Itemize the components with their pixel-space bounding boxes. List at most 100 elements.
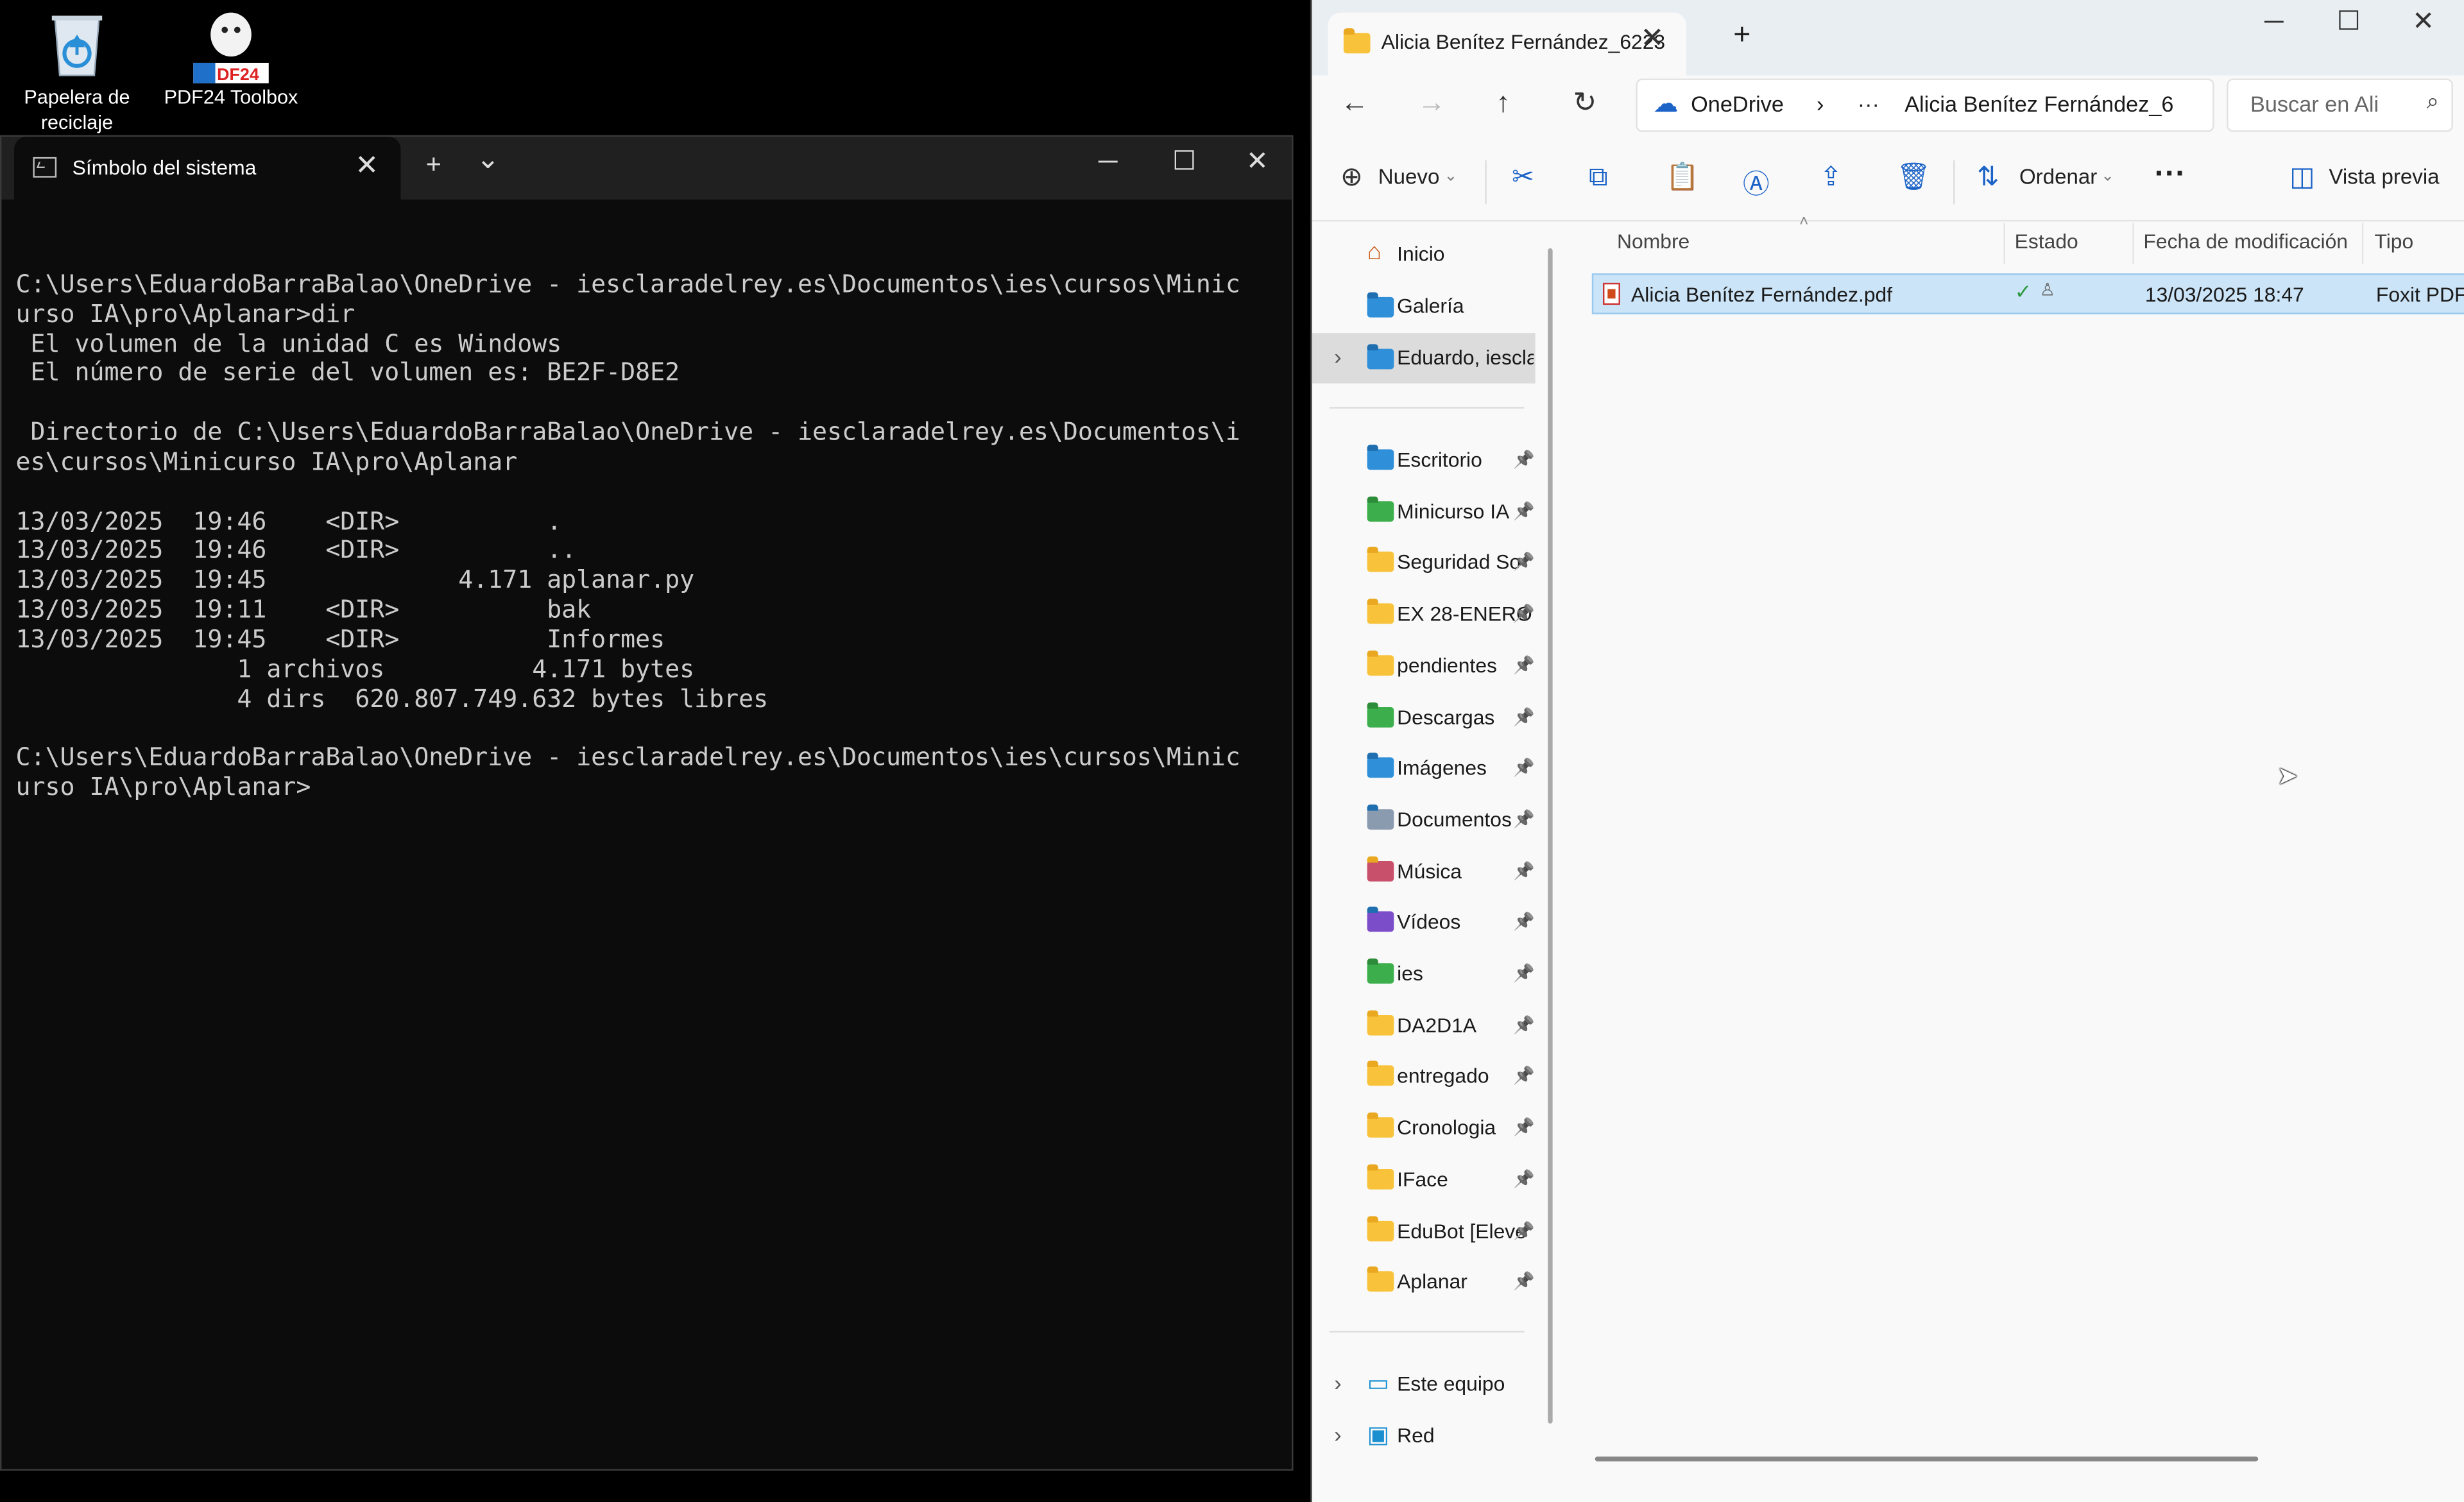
breadcrumb-current[interactable]: Alicia Benítez Fernández_6 xyxy=(1904,91,2173,116)
explorer-tabbar[interactable]: Alicia Benítez Fernández_6223 ✕ + ─ ☐ ✕ xyxy=(1312,0,2464,76)
nav-item-pinned[interactable]: Vídeos xyxy=(1364,898,1534,948)
pin-icon[interactable]: 📌 xyxy=(1513,758,1535,778)
terminal-titlebar[interactable]: Símbolo del sistema ✕ + ⌄ ─ ☐ ✕ xyxy=(1,137,1292,200)
pin-icon[interactable]: 📌 xyxy=(1513,604,1535,624)
preview-button[interactable]: Vista previa xyxy=(2329,165,2439,189)
nav-item-inicio[interactable]: ⌂ Inicio xyxy=(1364,230,1534,280)
nav-item-pinned[interactable]: Cronologia xyxy=(1364,1103,1534,1153)
column-header-type[interactable]: Tipo xyxy=(2374,230,2413,253)
nav-item-pinned[interactable]: Seguridad So xyxy=(1364,538,1534,588)
explorer-tab[interactable]: Alicia Benítez Fernández_6223 ✕ xyxy=(1328,12,1686,76)
minimize-button[interactable]: ─ xyxy=(1099,146,1118,178)
nav-item-pinned[interactable]: Música xyxy=(1364,846,1534,896)
pin-icon[interactable]: 📌 xyxy=(1513,1014,1535,1035)
pin-icon[interactable]: 📌 xyxy=(1513,706,1535,726)
breadcrumb-more[interactable]: ··· xyxy=(1858,91,1879,116)
terminal-line: Directorio de C:\Users\EduardoBarraBalao… xyxy=(15,418,1240,447)
address-bar[interactable]: ☁ OneDrive › ··· Alicia Benítez Fernánde… xyxy=(1636,78,2214,132)
pin-icon[interactable]: 📌 xyxy=(1513,500,1535,521)
close-button[interactable]: ✕ xyxy=(1246,146,1269,178)
nav-item-pinned[interactable]: EX 28-ENERO xyxy=(1364,590,1534,640)
nav-item-red[interactable]: ▣ Red xyxy=(1364,1411,1534,1461)
chevron-right-icon[interactable]: › xyxy=(1334,344,1341,369)
nav-item-pinned[interactable]: Escritorio xyxy=(1364,435,1534,485)
search-box[interactable]: Buscar en Ali ⌕ xyxy=(2227,78,2453,132)
column-divider[interactable] xyxy=(2132,223,2134,264)
nav-item-pinned[interactable]: Descargas xyxy=(1364,692,1534,742)
nav-item-label: Minicurso IA xyxy=(1397,499,1510,523)
share-icon[interactable]: ⇪ xyxy=(1820,162,1842,193)
nav-separator xyxy=(1329,407,1525,409)
nav-item-pinned[interactable]: Documentos xyxy=(1364,795,1534,845)
table-row[interactable]: Alicia Benítez Fernández.pdf ✓ ♙ 13/03/2… xyxy=(1591,273,2464,314)
close-tab-icon[interactable]: ✕ xyxy=(1641,22,1664,55)
maximize-button[interactable]: ☐ xyxy=(2337,6,2361,38)
pin-icon[interactable]: 📌 xyxy=(1513,1220,1535,1240)
rename-icon[interactable]: Ⓐ xyxy=(1743,162,1770,201)
tab-dropdown-button[interactable]: ⌄ xyxy=(476,143,500,176)
up-button[interactable]: ↑ xyxy=(1496,87,1510,119)
pin-icon[interactable]: 📌 xyxy=(1513,963,1535,984)
pin-icon[interactable]: 📌 xyxy=(1513,655,1535,675)
forward-button[interactable]: → xyxy=(1417,87,1446,119)
nav-item-pinned[interactable]: ies xyxy=(1364,949,1534,999)
sort-button[interactable]: Ordenar xyxy=(2019,165,2097,189)
refresh-button[interactable]: ↻ xyxy=(1573,87,1596,119)
column-header-modified[interactable]: Fecha de modificación xyxy=(2143,230,2348,253)
more-options-button[interactable]: ··· xyxy=(2155,157,2186,193)
maximize-button[interactable]: ☐ xyxy=(1172,146,1196,178)
terminal-tab[interactable]: Símbolo del sistema ✕ xyxy=(14,137,401,200)
nav-item-pinned[interactable]: DA2D1A xyxy=(1364,1000,1534,1050)
nav-item-label: IFace xyxy=(1397,1167,1448,1191)
pin-icon[interactable]: 📌 xyxy=(1513,1066,1535,1086)
minimize-button[interactable]: ─ xyxy=(2264,6,2284,38)
nav-item-onedrive[interactable]: Eduardo, iesclara xyxy=(1364,333,1534,383)
terminal-output[interactable]: C:\Users\EduardoBarraBalao\OneDrive - ie… xyxy=(15,241,1279,803)
new-tab-button[interactable]: + xyxy=(426,149,441,181)
nav-item-pinned[interactable]: pendientes xyxy=(1364,641,1534,691)
desktop-icon-recycle-bin[interactable]: Papelera de reciclaje xyxy=(1,3,152,135)
pin-icon[interactable]: 📌 xyxy=(1513,1169,1535,1189)
column-header-status[interactable]: Estado xyxy=(2015,230,2078,253)
pin-icon[interactable]: 📌 xyxy=(1513,809,1535,829)
column-header-name[interactable]: Nombre xyxy=(1617,230,1690,253)
copy-icon[interactable]: ⧉ xyxy=(1589,162,1608,193)
nav-item-label: Imágenes xyxy=(1397,756,1487,780)
pin-icon[interactable]: 📌 xyxy=(1513,1117,1535,1138)
delete-icon[interactable]: 🗑 xyxy=(1897,162,1931,193)
close-button[interactable]: ✕ xyxy=(2412,6,2434,38)
pin-icon[interactable]: 📌 xyxy=(1513,912,1535,932)
folder-icon xyxy=(1367,753,1394,778)
column-divider[interactable] xyxy=(2003,223,2005,264)
nav-item-pinned[interactable]: Aplanar xyxy=(1364,1258,1534,1308)
explorer-navbar: ← → ↑ ↻ ☁ OneDrive › ··· Alicia Benítez … xyxy=(1312,75,2464,139)
pin-icon[interactable]: 📌 xyxy=(1513,552,1535,572)
desktop-icon-label: PDF24 Toolbox xyxy=(164,86,298,108)
pin-icon[interactable]: 📌 xyxy=(1513,449,1535,470)
close-tab-icon[interactable]: ✕ xyxy=(355,149,379,182)
pin-icon[interactable]: 📌 xyxy=(1513,860,1535,881)
new-tab-button[interactable]: + xyxy=(1733,19,1750,53)
nav-item-pinned[interactable]: EduBot [Eleve xyxy=(1364,1206,1534,1256)
nav-item-galeria[interactable]: Galería xyxy=(1364,281,1534,331)
breadcrumb-onedrive[interactable]: OneDrive xyxy=(1691,91,1784,116)
paste-icon[interactable]: 📋 xyxy=(1666,162,1699,193)
nav-item-pinned[interactable]: IFace xyxy=(1364,1155,1534,1205)
nav-item-pinned[interactable]: Minicurso IA xyxy=(1364,486,1534,536)
nav-item-pinned[interactable]: entregado xyxy=(1364,1052,1534,1102)
column-divider[interactable] xyxy=(2361,223,2364,264)
nav-item-pinned[interactable]: Imágenes xyxy=(1364,744,1534,794)
terminal-line: 13/03/2025 19:46 <DIR> .. xyxy=(15,536,577,565)
cut-icon[interactable]: ✂ xyxy=(1512,162,1534,193)
new-button[interactable]: Nuevo xyxy=(1378,165,1440,189)
back-button[interactable]: ← xyxy=(1340,87,1369,119)
desktop-icon-pdf24[interactable]: DF24 PDF24 Toolbox xyxy=(155,3,306,110)
nav-scrollbar[interactable] xyxy=(1548,248,1553,1424)
chevron-right-icon[interactable]: › xyxy=(1334,1422,1341,1447)
pin-icon[interactable]: 📌 xyxy=(1513,1272,1535,1292)
chevron-right-icon[interactable]: › xyxy=(1334,1370,1341,1395)
nav-item-label: pendientes xyxy=(1397,653,1497,678)
horizontal-scrollbar[interactable] xyxy=(1595,1456,2259,1462)
terminal-line: urso IA\pro\Aplanar> xyxy=(15,773,311,802)
nav-item-este-equipo[interactable]: ▭ Este equipo xyxy=(1364,1359,1534,1409)
